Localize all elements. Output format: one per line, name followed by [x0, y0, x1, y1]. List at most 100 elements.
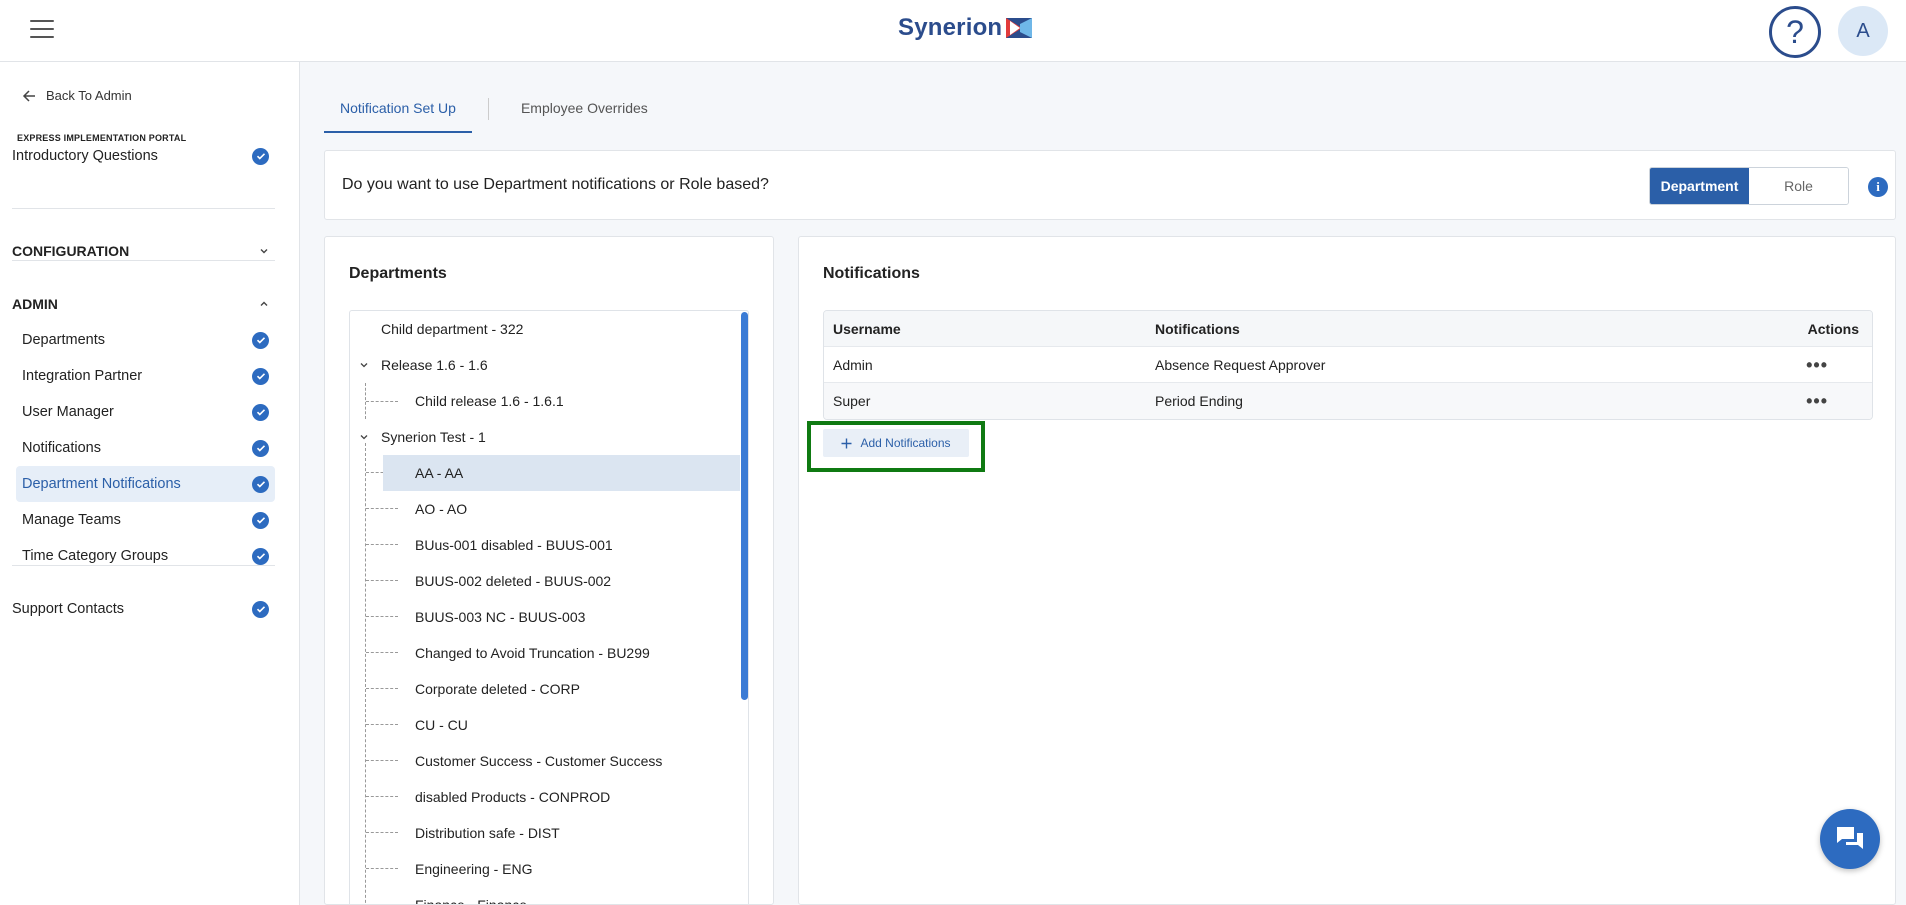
- sidebar-item-introductory-questions[interactable]: Introductory Questions: [12, 138, 275, 174]
- check-circle-icon: [252, 547, 269, 565]
- sidebar-section-configuration[interactable]: CONFIGURATION: [12, 233, 275, 269]
- more-actions-icon[interactable]: •••: [1806, 356, 1828, 374]
- departments-panel: Departments Child department - 322 Relea…: [324, 236, 774, 905]
- logo-flag-icon: [1006, 18, 1033, 38]
- more-actions-icon[interactable]: •••: [1806, 392, 1828, 410]
- tree-item[interactable]: AO - AO: [350, 491, 740, 527]
- sidebar-item-label: Notifications: [22, 440, 101, 456]
- tree-item-selected[interactable]: AA - AA: [350, 455, 740, 491]
- tree-item[interactable]: Distribution safe - DIST: [350, 815, 740, 851]
- username-cell: Super: [833, 393, 871, 409]
- menu-icon[interactable]: [30, 20, 54, 40]
- top-bar: Synerion ? A: [0, 0, 1906, 62]
- add-notifications-button[interactable]: Add Notifications: [823, 429, 969, 457]
- user-avatar[interactable]: A: [1838, 6, 1888, 56]
- tree-item[interactable]: disabled Products - CONPROD: [350, 779, 740, 815]
- tree-item-label: Changed to Avoid Truncation - BU299: [415, 645, 650, 661]
- add-notifications-label: Add Notifications: [860, 436, 951, 450]
- tree-item-label: CU - CU: [415, 717, 468, 733]
- tab-separator: [487, 98, 489, 120]
- help-button[interactable]: ?: [1769, 6, 1821, 58]
- chevron-down-icon[interactable]: [359, 360, 369, 370]
- table-row: Admin Absence Request Approver •••: [824, 347, 1872, 383]
- back-to-admin-link[interactable]: Back To Admin: [22, 88, 132, 103]
- tree-item-label: Customer Success - Customer Success: [415, 753, 663, 769]
- sidebar-item-user-manager[interactable]: User Manager: [16, 394, 275, 430]
- plus-icon: [841, 438, 852, 448]
- panel-title: Departments: [349, 265, 447, 282]
- sidebar-item-integration-partner[interactable]: Integration Partner: [16, 358, 275, 394]
- tree-item[interactable]: Finance - Finance: [350, 887, 740, 904]
- tree-item[interactable]: Engineering - ENG: [350, 851, 740, 887]
- notifications-panel: Notifications Username Notifications Act…: [798, 236, 1896, 905]
- sidebar-item-label: Department Notifications: [22, 476, 181, 492]
- notification-cell: Period Ending: [1155, 393, 1243, 409]
- tree-item-label: Child release 1.6 - 1.6.1: [415, 393, 564, 409]
- tree-item[interactable]: BUUS-003 NC - BUUS-003: [350, 599, 740, 635]
- chat-button[interactable]: [1820, 809, 1880, 869]
- sidebar-item-manage-teams[interactable]: Manage Teams: [16, 502, 275, 538]
- tree-item[interactable]: BUUS-002 deleted - BUUS-002: [350, 563, 740, 599]
- check-circle-icon: [252, 475, 269, 493]
- tree-item-label: BUUS-002 deleted - BUUS-002: [415, 573, 612, 589]
- check-circle-icon: [252, 403, 269, 421]
- arrow-left-icon: [22, 89, 35, 102]
- check-circle-icon: [252, 331, 269, 349]
- sidebar-item-label: Time Category Groups: [22, 548, 169, 564]
- tree-item[interactable]: Child department - 322: [350, 311, 740, 347]
- tree-item-label: BUUS-003 NC - BUUS-003: [415, 609, 586, 625]
- tree-scrollbar[interactable]: [741, 312, 748, 700]
- back-link-label: Back To Admin: [46, 88, 132, 103]
- tree-item[interactable]: Changed to Avoid Truncation - BU299: [350, 635, 740, 671]
- tree-item[interactable]: Child release 1.6 - 1.6.1: [350, 383, 740, 419]
- sidebar-item-label: User Manager: [22, 404, 114, 420]
- sidebar-item-departments[interactable]: Departments: [16, 322, 275, 358]
- tree-item[interactable]: Corporate deleted - CORP: [350, 671, 740, 707]
- sidebar-item-time-category-groups[interactable]: Time Category Groups: [16, 538, 275, 574]
- column-header-actions: Actions: [1807, 320, 1859, 337]
- tree-item-label: Release 1.6 - 1.6: [381, 357, 488, 373]
- tab-notification-set-up[interactable]: Notification Set Up: [324, 88, 472, 133]
- question-text: Do you want to use Department notificati…: [342, 176, 769, 193]
- tree-item-label: Engineering - ENG: [415, 861, 533, 877]
- table-row: Super Period Ending •••: [824, 383, 1872, 419]
- tree-item-label: Synerion Test - 1: [381, 429, 486, 445]
- username-cell: Admin: [833, 356, 873, 373]
- column-header-notifications: Notifications: [1155, 320, 1240, 337]
- tree-item-label: disabled Products - CONPROD: [415, 789, 611, 805]
- notification-cell: Absence Request Approver: [1155, 356, 1326, 373]
- sidebar-item-label: Support Contacts: [12, 601, 125, 617]
- check-circle-icon: [252, 600, 269, 618]
- tree-item-expandable[interactable]: Release 1.6 - 1.6: [350, 347, 740, 383]
- sidebar-item-label: Departments: [22, 332, 106, 348]
- sidebar-item-notifications[interactable]: Notifications: [16, 430, 275, 466]
- tree-item-expandable[interactable]: Synerion Test - 1: [350, 419, 740, 455]
- synerion-logo[interactable]: Synerion: [898, 14, 1033, 42]
- tree-item[interactable]: BUus-001 disabled - BUUS-001: [350, 527, 740, 563]
- check-circle-icon: [252, 511, 269, 529]
- chat-icon: [1837, 827, 1863, 849]
- department-tree: Child department - 322 Release 1.6 - 1.6…: [349, 310, 749, 904]
- divider: [12, 260, 275, 261]
- role-option-button[interactable]: Role: [1749, 168, 1848, 204]
- divider: [12, 565, 275, 566]
- notifications-table: Username Notifications Actions Admin Abs…: [823, 310, 1873, 420]
- sidebar-section-admin[interactable]: ADMIN: [12, 286, 275, 322]
- sidebar-item-label: Introductory Questions: [12, 148, 158, 164]
- tree-item[interactable]: CU - CU: [350, 707, 740, 743]
- tree-item-label: Distribution safe - DIST: [415, 825, 560, 841]
- department-option-button[interactable]: Department: [1650, 168, 1749, 204]
- check-circle-icon: [252, 367, 269, 385]
- info-icon[interactable]: i: [1868, 177, 1888, 197]
- chevron-down-icon[interactable]: [359, 432, 369, 442]
- chevron-up-icon: [260, 301, 268, 306]
- tree-item[interactable]: Customer Success - Customer Success: [350, 743, 740, 779]
- notification-type-card: Do you want to use Department notificati…: [324, 150, 1896, 220]
- tab-employee-overrides[interactable]: Employee Overrides: [505, 88, 664, 133]
- check-circle-icon: [252, 147, 269, 165]
- chevron-down-icon: [260, 249, 268, 254]
- sidebar-item-support-contacts[interactable]: Support Contacts: [12, 591, 275, 627]
- sidebar-item-department-notifications[interactable]: Department Notifications: [16, 466, 275, 502]
- table-header: Username Notifications Actions: [824, 311, 1872, 347]
- tree-item-label: BUus-001 disabled - BUUS-001: [415, 537, 613, 553]
